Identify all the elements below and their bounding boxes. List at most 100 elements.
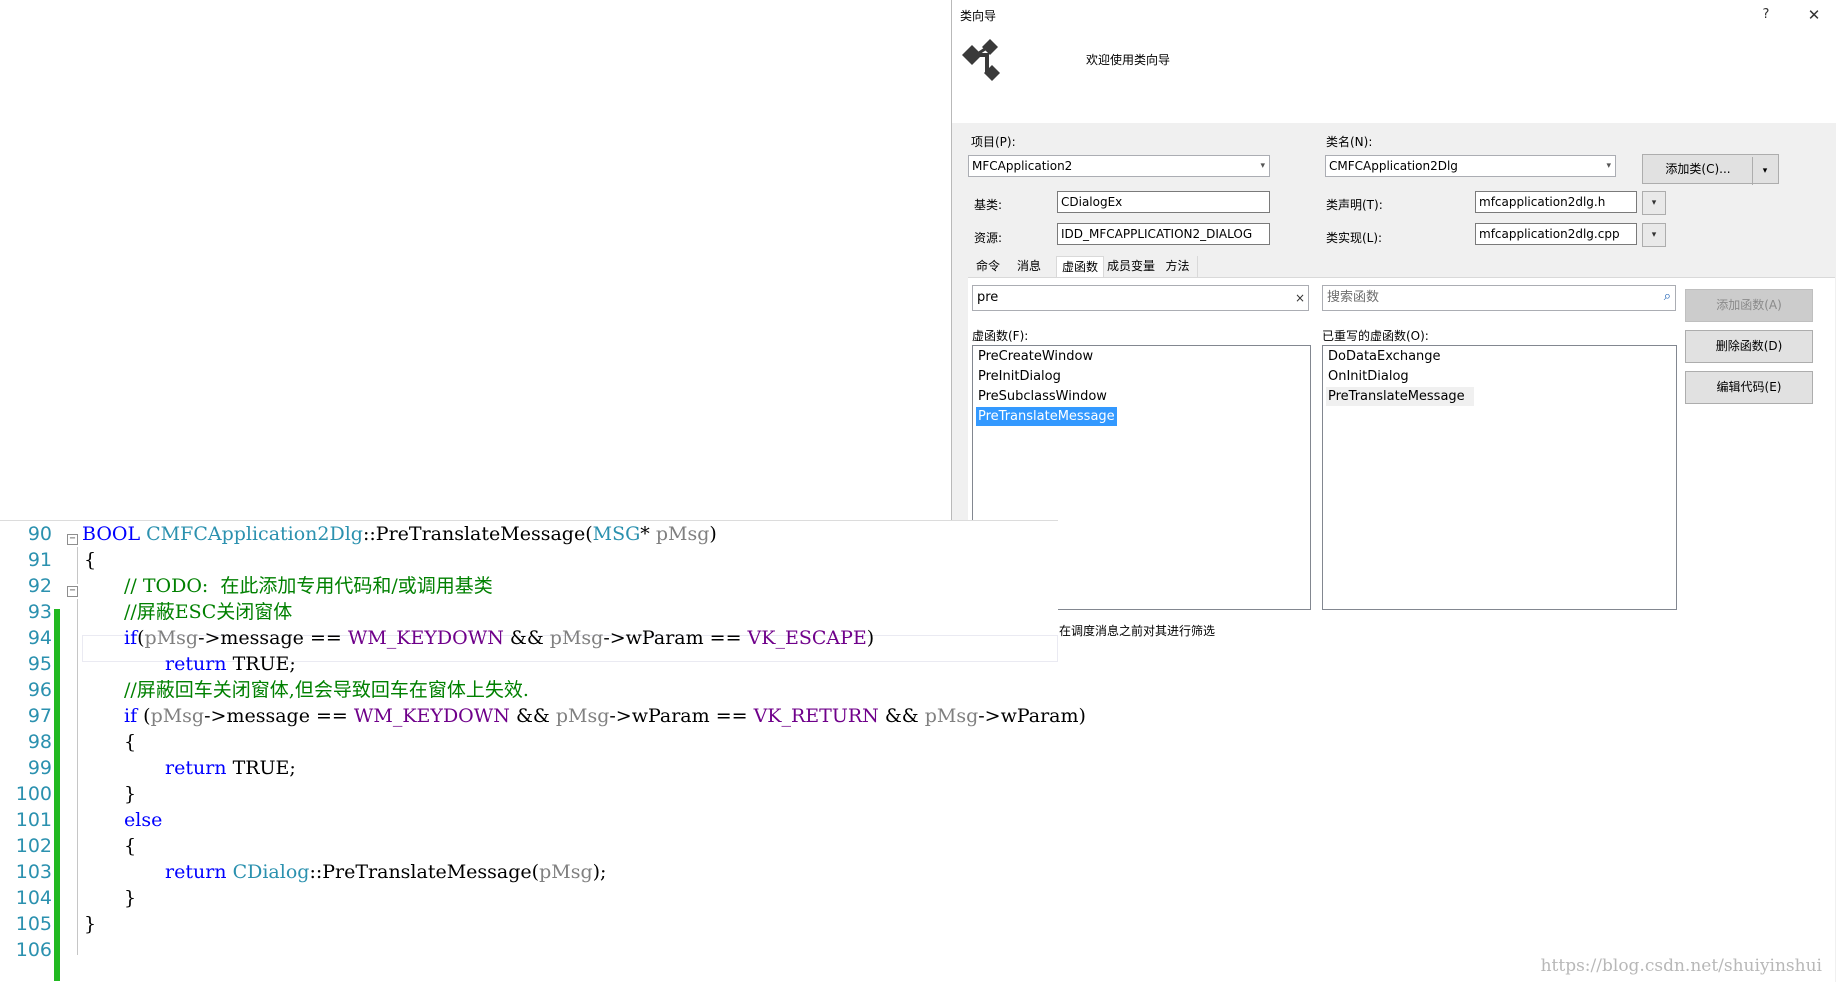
list-item[interactable]: OnInitDialog: [1326, 367, 1411, 386]
code-line: 92 // TODO: 在此添加专用代码和/或调用基类: [0, 573, 1058, 599]
class-impl-label: 类实现(L):: [1326, 231, 1383, 245]
code-line: 90 BOOL CMFCApplication2Dlg::PreTranslat…: [0, 521, 1058, 547]
line-number: 102: [15, 835, 52, 857]
list-item[interactable]: PreInitDialog: [976, 367, 1063, 386]
watermark: https://blog.csdn.net/shuiyinshui: [1540, 956, 1822, 976]
class-decl-field[interactable]: mfcapplication2dlg.h: [1475, 191, 1637, 213]
tab-messages[interactable]: 消息: [1008, 256, 1050, 277]
line-number: 100: [15, 783, 52, 805]
search-placeholder: 搜索函数: [1327, 290, 1380, 305]
overridden-functions-label: 已重写的虚函数(O):: [1322, 329, 1429, 343]
class-wizard-logo-icon: [962, 39, 1000, 81]
list-item[interactable]: PreCreateWindow: [976, 347, 1095, 366]
code-line: 99 return TRUE;: [0, 755, 1058, 781]
code-line: 104 }: [0, 885, 1058, 911]
filter-value: pre: [977, 290, 999, 305]
line-number: 97: [27, 705, 52, 727]
line-number: 94: [27, 627, 52, 649]
line-number: 95: [27, 653, 52, 675]
code-text: {: [124, 731, 137, 753]
code-line: 94 if(pMsg->message == WM_KEYDOWN && pMs…: [0, 625, 1058, 651]
code-comment: // TODO: 在此添加专用代码和/或调用基类: [124, 575, 493, 597]
search-icon[interactable]: ⌕: [1664, 285, 1671, 309]
line-number: 98: [27, 731, 52, 753]
code-line: 95 return TRUE;: [0, 651, 1058, 677]
class-impl-field[interactable]: mfcapplication2dlg.cpp: [1475, 223, 1637, 245]
code-line: 101 else: [0, 807, 1058, 833]
line-number: 90: [27, 523, 52, 545]
line-number: 101: [15, 809, 52, 831]
tab-commands[interactable]: 命令: [968, 256, 1008, 277]
code-keyword: else: [124, 809, 163, 831]
class-decl-dropdown-icon[interactable]: ▾: [1642, 191, 1666, 215]
delete-function-button[interactable]: 删除函数(D): [1685, 330, 1813, 363]
dialog-header: 欢迎使用类向导: [952, 30, 1836, 123]
code-text: if (pMsg->message == WM_KEYDOWN && pMsg-…: [124, 705, 1086, 727]
class-name-label: 类名(N):: [1326, 135, 1373, 149]
list-item[interactable]: DoDataExchange: [1326, 347, 1443, 366]
code-editor[interactable]: − − 90 BOOL CMFCApplication2Dlg::PreTran…: [0, 520, 1086, 983]
line-number: 106: [15, 939, 52, 961]
code-text: BOOL CMFCApplication2Dlg::PreTranslateMe…: [82, 523, 717, 545]
clear-icon[interactable]: ×: [1295, 286, 1305, 310]
code-text: {: [124, 835, 137, 857]
resource-field[interactable]: IDD_MFCAPPLICATION2_DIALOG: [1057, 223, 1270, 245]
resource-label: 资源:: [974, 231, 1003, 245]
line-number: 96: [27, 679, 52, 701]
class-name-value: CMFCApplication2Dlg: [1329, 159, 1458, 173]
add-class-button[interactable]: 添加类(C)... ▾: [1642, 154, 1779, 185]
add-class-dropdown-icon[interactable]: ▾: [1752, 157, 1777, 185]
code-text: }: [84, 913, 97, 935]
virtual-filter-input[interactable]: pre ×: [972, 285, 1309, 311]
code-text: if(pMsg->message == WM_KEYDOWN && pMsg->…: [124, 627, 875, 649]
base-class-label: 基类:: [974, 198, 1003, 212]
code-line: 97 if (pMsg->message == WM_KEYDOWN && pM…: [0, 703, 1086, 729]
class-wizard-dialog: 类向导 ? ✕ 欢迎使用类向导 项目(P): MFCApplication2 ▾…: [951, 0, 1836, 983]
project-value: MFCApplication2: [972, 159, 1073, 173]
project-combo[interactable]: MFCApplication2 ▾: [968, 155, 1270, 177]
code-text: return CDialog::PreTranslateMessage(pMsg…: [165, 861, 607, 883]
add-function-button[interactable]: 添加函数(A): [1685, 289, 1813, 322]
code-line: 105 }: [0, 911, 1058, 937]
dropdown-arrow-icon: ▾: [1260, 161, 1265, 171]
overridden-functions-list[interactable]: DoDataExchange OnInitDialog PreTranslate…: [1322, 345, 1677, 610]
code-text: }: [124, 887, 137, 909]
help-icon[interactable]: ?: [1754, 4, 1778, 26]
code-comment: //屏蔽回车关闭窗体,但会导致回车在窗体上失效.: [124, 679, 529, 701]
virtual-functions-label: 虚函数(F):: [972, 329, 1029, 343]
code-line: 100 }: [0, 781, 1058, 807]
code-line: 103 return CDialog::PreTranslateMessage(…: [0, 859, 1058, 885]
line-number: 104: [15, 887, 52, 909]
code-line: 98 {: [0, 729, 1058, 755]
tab-methods[interactable]: 方法: [1158, 256, 1198, 277]
function-description: 在调度消息之前对其进行筛选: [1059, 624, 1216, 638]
class-decl-label: 类声明(T):: [1326, 198, 1383, 212]
list-item-selected[interactable]: PreTranslateMessage: [976, 407, 1117, 426]
class-impl-dropdown-icon[interactable]: ▾: [1642, 223, 1666, 247]
welcome-text: 欢迎使用类向导: [1086, 53, 1171, 67]
base-class-field[interactable]: CDialogEx: [1057, 191, 1270, 213]
code-text: return TRUE;: [165, 757, 296, 779]
line-number: 99: [27, 757, 52, 779]
function-search-input[interactable]: 搜索函数 ⌕: [1322, 285, 1676, 311]
code-line: 96 //屏蔽回车关闭窗体,但会导致回车在窗体上失效.: [0, 677, 1058, 703]
line-number: 105: [15, 913, 52, 935]
code-line: 91 {: [0, 547, 1058, 573]
list-item[interactable]: PreSubclassWindow: [976, 387, 1109, 406]
edit-code-button[interactable]: 编辑代码(E): [1685, 371, 1813, 404]
class-name-combo[interactable]: CMFCApplication2Dlg ▾: [1325, 155, 1616, 177]
code-text: return TRUE;: [165, 653, 296, 675]
code-comment: //屏蔽ESC关闭窗体: [124, 601, 293, 623]
code-line: 102 {: [0, 833, 1058, 859]
line-number: 103: [15, 861, 52, 883]
tab-member-variables[interactable]: 成员变量: [1104, 256, 1158, 277]
project-label: 项目(P):: [971, 135, 1016, 149]
code-text: {: [84, 549, 97, 571]
dialog-title: 类向导: [960, 9, 997, 23]
close-icon[interactable]: ✕: [1802, 4, 1826, 26]
tab-virtual-functions[interactable]: 虚函数: [1056, 256, 1104, 277]
add-class-label: 添加类(C)...: [1665, 162, 1731, 176]
list-item[interactable]: PreTranslateMessage: [1326, 387, 1474, 406]
line-number: 91: [27, 549, 52, 571]
line-number: 93: [27, 601, 52, 623]
